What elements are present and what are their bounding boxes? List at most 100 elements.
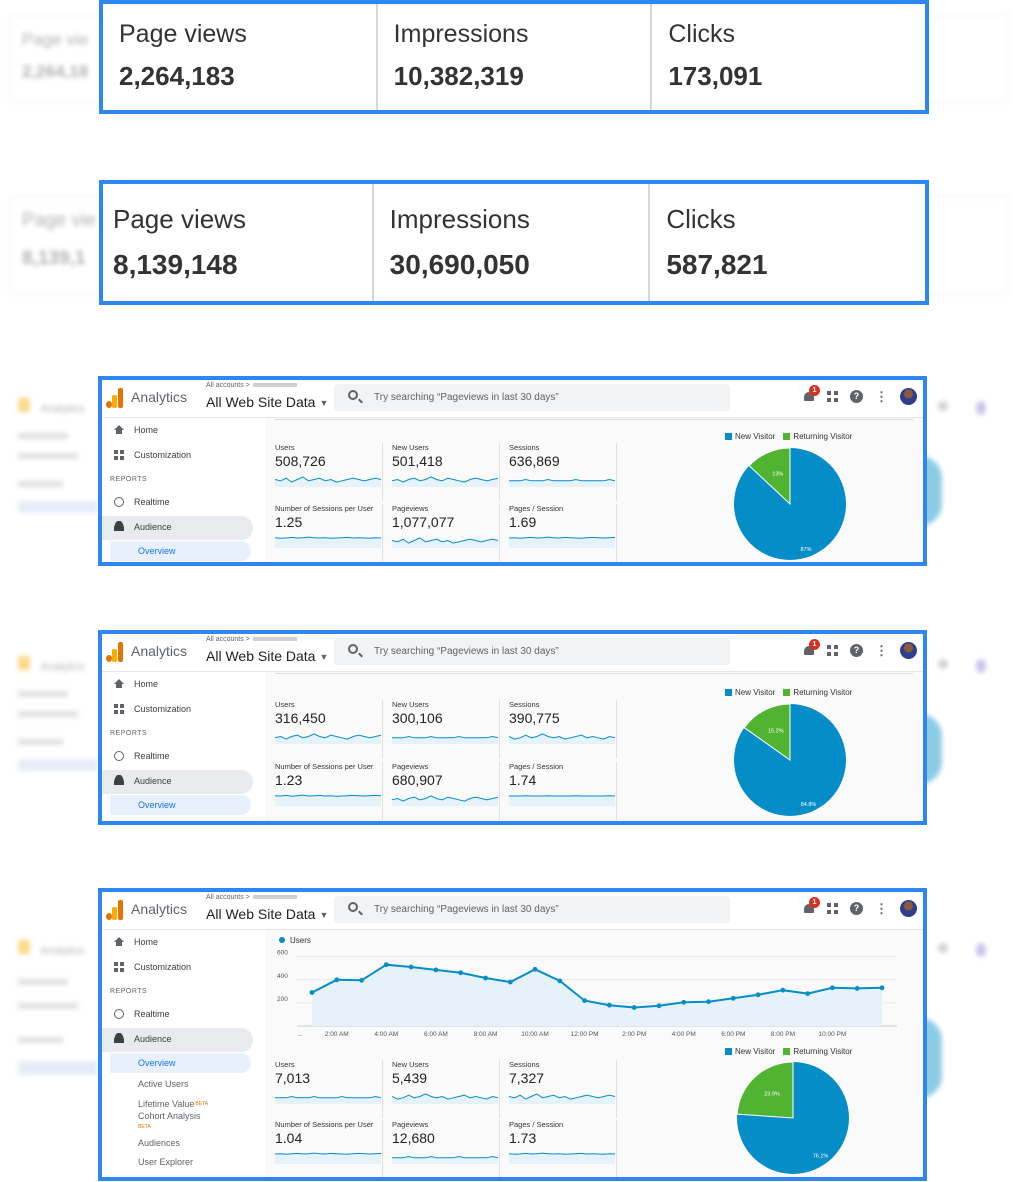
data-point[interactable] (854, 986, 860, 991)
data-point[interactable] (433, 967, 439, 973)
data-point[interactable] (681, 999, 687, 1005)
visitor-pie-chart: 15.2% 84.8% (734, 703, 846, 816)
nav-audience[interactable]: Audience (102, 516, 253, 540)
more-options-icon[interactable]: ⋮ (875, 644, 888, 657)
search-bar[interactable]: Try searching “Pageviews in last 30 days… (334, 384, 730, 411)
data-point[interactable] (582, 998, 587, 1003)
metric-tile[interactable]: Users 316,450 (275, 700, 383, 758)
nav-audiences[interactable]: Audiences (110, 1133, 251, 1153)
legend-new-visitor: New Visitor (725, 432, 775, 441)
person-icon (114, 521, 124, 531)
data-point[interactable] (458, 970, 464, 976)
nav-home[interactable]: Home (102, 674, 265, 696)
nav-realtime[interactable]: Realtime (102, 1004, 265, 1026)
search-bar[interactable]: Try searching “Pageviews in last 30 days… (334, 896, 730, 923)
more-options-icon[interactable]: ⋮ (875, 902, 888, 915)
metric-name: New Users (392, 700, 429, 709)
notifications-bell-icon[interactable]: 1 (803, 639, 820, 657)
person-icon (114, 1033, 124, 1043)
metric-tile[interactable]: Sessions 636,869 (509, 443, 617, 501)
metric-tile[interactable]: New Users 501,418 (392, 443, 500, 501)
data-point[interactable] (383, 962, 389, 968)
help-icon[interactable]: ? (850, 902, 863, 915)
nav-customization[interactable]: Customization (102, 445, 265, 467)
data-point[interactable] (359, 977, 364, 983)
metric-tile[interactable]: Number of Sessions per User 1.25 (275, 504, 383, 562)
stat-value: 8,139,148 (113, 249, 238, 280)
nav-audience[interactable]: Audience (102, 1028, 253, 1052)
avatar[interactable] (900, 900, 917, 917)
nav-home[interactable]: Home (102, 932, 265, 954)
account-breadcrumb[interactable]: All accounts > (206, 894, 297, 901)
notifications-bell-icon[interactable]: 1 (803, 385, 820, 403)
nav-demographics[interactable]: ▸Demographics (110, 1171, 251, 1177)
apps-grid-icon[interactable] (827, 645, 838, 656)
metric-tile[interactable]: Pageviews 680,907 (392, 762, 500, 820)
sparkline-area (509, 795, 615, 806)
apps-grid-icon[interactable] (827, 903, 838, 914)
caret-down-icon: ▼ (319, 398, 329, 409)
data-point[interactable] (730, 995, 736, 1001)
data-point[interactable] (780, 987, 786, 993)
nav-overview[interactable]: Overview (110, 1053, 251, 1073)
nav-overview[interactable]: Overview (110, 795, 251, 815)
nav-realtime[interactable]: Realtime (102, 746, 265, 768)
data-point[interactable] (805, 991, 811, 996)
metric-tile[interactable]: Pages / Session 1.73 (509, 1120, 617, 1177)
metric-name: Pageviews (392, 504, 429, 513)
nav-customization[interactable]: Customization (102, 699, 265, 721)
nav-customization[interactable]: Customization (102, 957, 265, 979)
metric-tile[interactable]: Sessions 7,327 (509, 1060, 617, 1118)
metric-value: 1.73 (509, 1130, 537, 1146)
data-point[interactable] (607, 1002, 612, 1008)
metric-tile[interactable]: Users 7,013 (275, 1060, 383, 1118)
metric-tile[interactable]: Number of Sessions per User 1.04 (275, 1120, 383, 1177)
help-icon[interactable]: ? (850, 644, 863, 657)
metric-tile[interactable]: Pages / Session 1.69 (509, 504, 617, 562)
account-breadcrumb[interactable]: All accounts > (206, 382, 297, 389)
more-options-icon[interactable]: ⋮ (875, 390, 888, 403)
help-icon[interactable]: ? (850, 390, 863, 403)
data-point[interactable] (532, 966, 538, 972)
data-point[interactable] (408, 964, 414, 970)
data-point[interactable] (631, 1005, 637, 1010)
property-selector[interactable]: All Web Site Data ▼ (206, 648, 328, 664)
nav-active-users[interactable]: Active Users (110, 1074, 251, 1094)
data-point[interactable] (309, 990, 315, 995)
data-point[interactable] (879, 985, 885, 991)
notifications-bell-icon[interactable]: 1 (803, 897, 820, 915)
nav-home[interactable]: Home (102, 420, 265, 442)
metric-value: 501,418 (392, 453, 443, 469)
metric-tile[interactable]: Users 508,726 (275, 443, 383, 501)
metric-tile[interactable]: Pageviews 12,680 (392, 1120, 500, 1177)
avatar[interactable] (900, 388, 917, 405)
metric-tile[interactable]: New Users 300,106 (392, 700, 500, 758)
avatar[interactable] (900, 642, 917, 659)
data-point[interactable] (755, 992, 761, 998)
metric-tile[interactable]: Pageviews 1,077,077 (392, 504, 500, 562)
data-point[interactable] (507, 979, 513, 985)
data-point[interactable] (656, 1003, 662, 1009)
apps-grid-icon[interactable] (827, 391, 838, 402)
metric-tile[interactable]: Sessions 390,775 (509, 700, 617, 758)
metric-tile[interactable]: Pages / Session 1.74 (509, 762, 617, 820)
person-icon (114, 775, 124, 785)
nav-overview[interactable]: Overview (110, 541, 251, 561)
nav-cohort-analysis[interactable]: Cohort Analysis BETA (110, 1110, 251, 1132)
metric-tile[interactable]: New Users 5,439 (392, 1060, 500, 1118)
data-point[interactable] (483, 975, 488, 981)
nav-active-users[interactable]: Active Users (110, 816, 251, 821)
x-tick-label: 8:00 PM (771, 1031, 795, 1038)
data-point[interactable] (557, 978, 563, 984)
property-selector[interactable]: All Web Site Data ▼ (206, 394, 328, 410)
metric-tile[interactable]: Number of Sessions per User 1.23 (275, 762, 383, 820)
data-point[interactable] (334, 977, 340, 983)
nav-audience[interactable]: Audience (102, 770, 253, 794)
account-breadcrumb[interactable]: All accounts > (206, 636, 297, 643)
nav-user-explorer[interactable]: User Explorer (110, 1152, 251, 1172)
property-selector[interactable]: All Web Site Data ▼ (206, 906, 328, 922)
data-point[interactable] (830, 985, 835, 991)
search-bar[interactable]: Try searching “Pageviews in last 30 days… (334, 638, 730, 665)
nav-realtime[interactable]: Realtime (102, 492, 265, 514)
data-point[interactable] (706, 999, 711, 1005)
